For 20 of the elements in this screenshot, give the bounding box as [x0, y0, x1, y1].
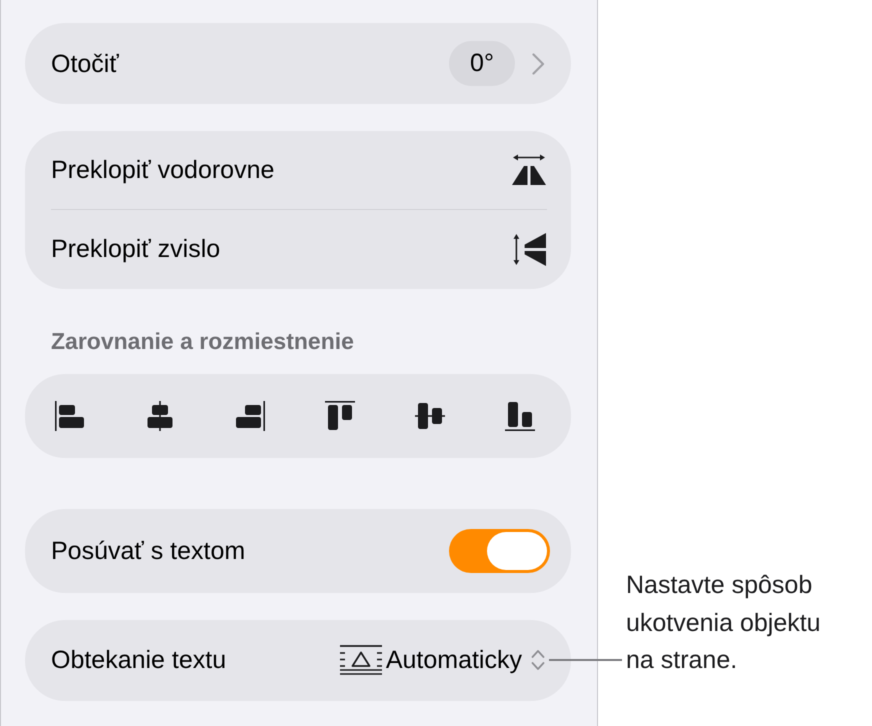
flip-vertical-icon: [513, 233, 546, 266]
wrap-mode-button[interactable]: Automaticky: [340, 645, 545, 676]
align-right-icon[interactable]: [235, 400, 265, 431]
rotate-label: Otočiť: [51, 48, 119, 78]
callout-text: Nastavte spôsob ukotvenia objektu na strane.: [626, 570, 822, 676]
flip-horizontal-icon: [512, 154, 546, 186]
align-center-icon[interactable]: [145, 400, 175, 431]
text-wrap-label: Obtekanie textu: [51, 645, 226, 676]
up-down-chevron-icon: [531, 649, 545, 672]
toggle-switch[interactable]: [449, 528, 550, 573]
align-middle-icon[interactable]: [415, 400, 445, 431]
text-wrap-icon: [340, 645, 382, 676]
section-header: Zarovnanie a rozmiestnenie: [50, 326, 354, 356]
move-with-text-label: Posúvať s textom: [51, 536, 246, 566]
flip-option-button[interactable]: Preklopiť vodorovne: [25, 131, 571, 210]
rotation-value-field[interactable]: 0°: [449, 41, 515, 86]
align-bottom-icon[interactable]: [505, 400, 535, 431]
align-top-icon[interactable]: [325, 400, 355, 431]
align-left-icon[interactable]: [55, 400, 85, 431]
flip-option-button[interactable]: Preklopiť zvislo: [25, 210, 571, 289]
